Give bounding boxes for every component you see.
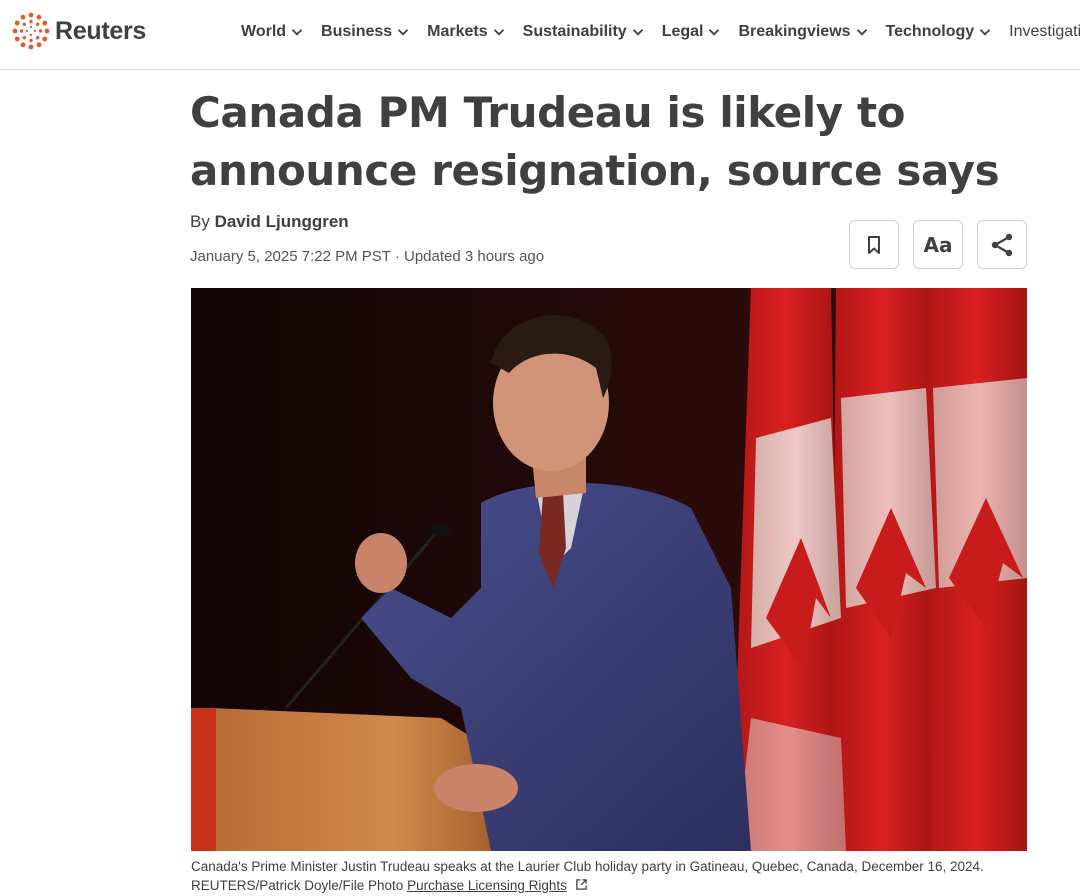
external-link-icon — [575, 879, 587, 890]
caption-text: Canada's Prime Minister Justin Trudeau s… — [191, 859, 984, 874]
chevron-down-icon — [632, 29, 643, 36]
article-headline: Canada PM Trudeau is likely to announce … — [190, 88, 1000, 195]
text-size-button[interactable]: Aa — [913, 220, 963, 269]
chevron-down-icon — [709, 29, 720, 36]
purchase-licensing-link[interactable]: Purchase Licensing Rights — [407, 878, 567, 893]
share-button[interactable] — [977, 220, 1027, 269]
chevron-down-icon — [856, 29, 867, 36]
text-size-label: Aa — [923, 232, 953, 257]
chevron-down-icon — [980, 29, 991, 36]
nav-item-world[interactable]: World — [241, 23, 303, 41]
bookmark-button[interactable] — [849, 220, 899, 269]
nav-item-label: Legal — [661, 23, 704, 40]
nav-item-legal[interactable]: Legal — [662, 23, 721, 41]
author-link[interactable]: David Ljunggren — [215, 212, 349, 231]
article-dateline: January 5, 2025 7:22 PM PST · Updated 3 … — [190, 248, 545, 265]
photo-caption: Canada's Prime Minister Justin Trudeau s… — [191, 857, 1071, 895]
logo-text: Reuters — [55, 16, 146, 45]
nav-item-label: Breakingviews — [738, 23, 851, 40]
photo-credit: REUTERS/Patrick Doyle/File Photo — [191, 878, 404, 893]
chevron-down-icon — [398, 29, 409, 36]
main-nav: World Business Markets Sustainability Le… — [241, 20, 1080, 44]
nav-item-label: Sustainability — [522, 23, 627, 40]
nav-item-label: World — [241, 23, 287, 40]
bookmark-icon — [868, 235, 880, 254]
byline-prefix: By — [190, 212, 210, 231]
nav-item-markets[interactable]: Markets — [427, 23, 504, 41]
share-icon — [991, 233, 1013, 256]
chevron-down-icon — [291, 29, 303, 36]
reuters-logo-icon — [12, 12, 50, 50]
nav-item-investigations[interactable]: Investigations — [1009, 23, 1080, 41]
site-header: Reuters World Business Markets Sustainab… — [0, 0, 1080, 70]
nav-item-label: Business — [321, 23, 393, 40]
caption-credit-line: REUTERS/Patrick Doyle/File Photo Purchas… — [191, 876, 1071, 895]
nav-item-label: Technology — [885, 23, 975, 40]
nav-item-technology[interactable]: Technology — [886, 23, 992, 41]
nav-item-sustainability[interactable]: Sustainability — [523, 23, 644, 41]
chevron-down-icon — [493, 29, 504, 36]
reuters-logo[interactable]: Reuters — [12, 12, 146, 50]
article-photo[interactable] — [191, 288, 1027, 851]
nav-item-label: Investigations — [1009, 23, 1080, 40]
photo-image — [191, 288, 1027, 851]
byline: By David Ljunggren — [190, 212, 349, 232]
nav-item-label: Markets — [427, 23, 488, 40]
nav-item-business[interactable]: Business — [321, 23, 409, 41]
nav-item-breakingviews[interactable]: Breakingviews — [738, 23, 867, 41]
